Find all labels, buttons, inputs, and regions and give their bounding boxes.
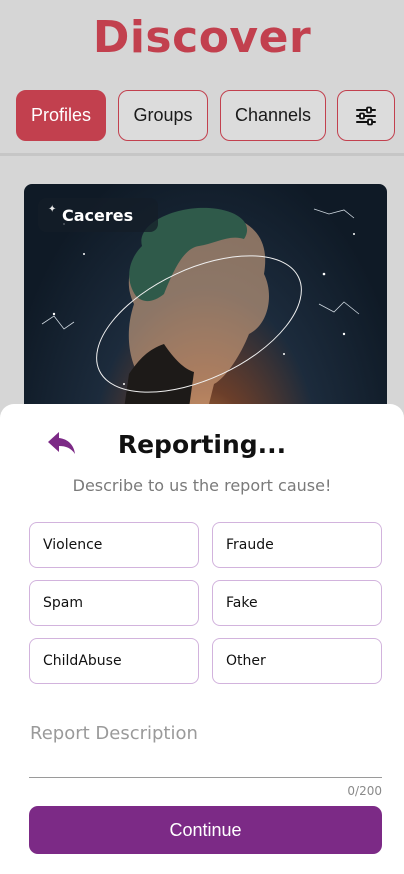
- report-option-childabuse[interactable]: ChildAbuse: [29, 638, 199, 684]
- report-option-violence[interactable]: Violence: [29, 522, 199, 568]
- report-option-fake[interactable]: Fake: [212, 580, 382, 626]
- sliders-icon: [356, 106, 376, 125]
- page-title: Discover: [92, 12, 312, 63]
- filter-button[interactable]: [337, 90, 395, 141]
- report-sheet: Reporting... Describe to us the report c…: [0, 404, 404, 874]
- report-option-other[interactable]: Other: [212, 638, 382, 684]
- report-description-input[interactable]: Report Description: [30, 723, 198, 744]
- tab-groups[interactable]: Groups: [118, 90, 208, 141]
- continue-button[interactable]: Continue: [29, 806, 382, 854]
- character-counter: 0/200: [347, 784, 382, 798]
- header-divider: [0, 153, 404, 156]
- profile-name: Caceres: [62, 205, 134, 225]
- report-subtitle: Describe to us the report cause!: [72, 476, 332, 495]
- discover-tabs: Profiles Groups Channels: [16, 90, 395, 141]
- input-underline: [29, 777, 382, 778]
- tab-profiles[interactable]: Profiles: [16, 90, 106, 141]
- sparkle-icon: ✦: [48, 204, 57, 215]
- report-option-spam[interactable]: Spam: [29, 580, 199, 626]
- profile-name-badge: ✦ Caceres: [38, 198, 158, 232]
- report-title: Reporting...: [117, 430, 287, 459]
- report-option-fraude[interactable]: Fraude: [212, 522, 382, 568]
- tab-channels[interactable]: Channels: [220, 90, 326, 141]
